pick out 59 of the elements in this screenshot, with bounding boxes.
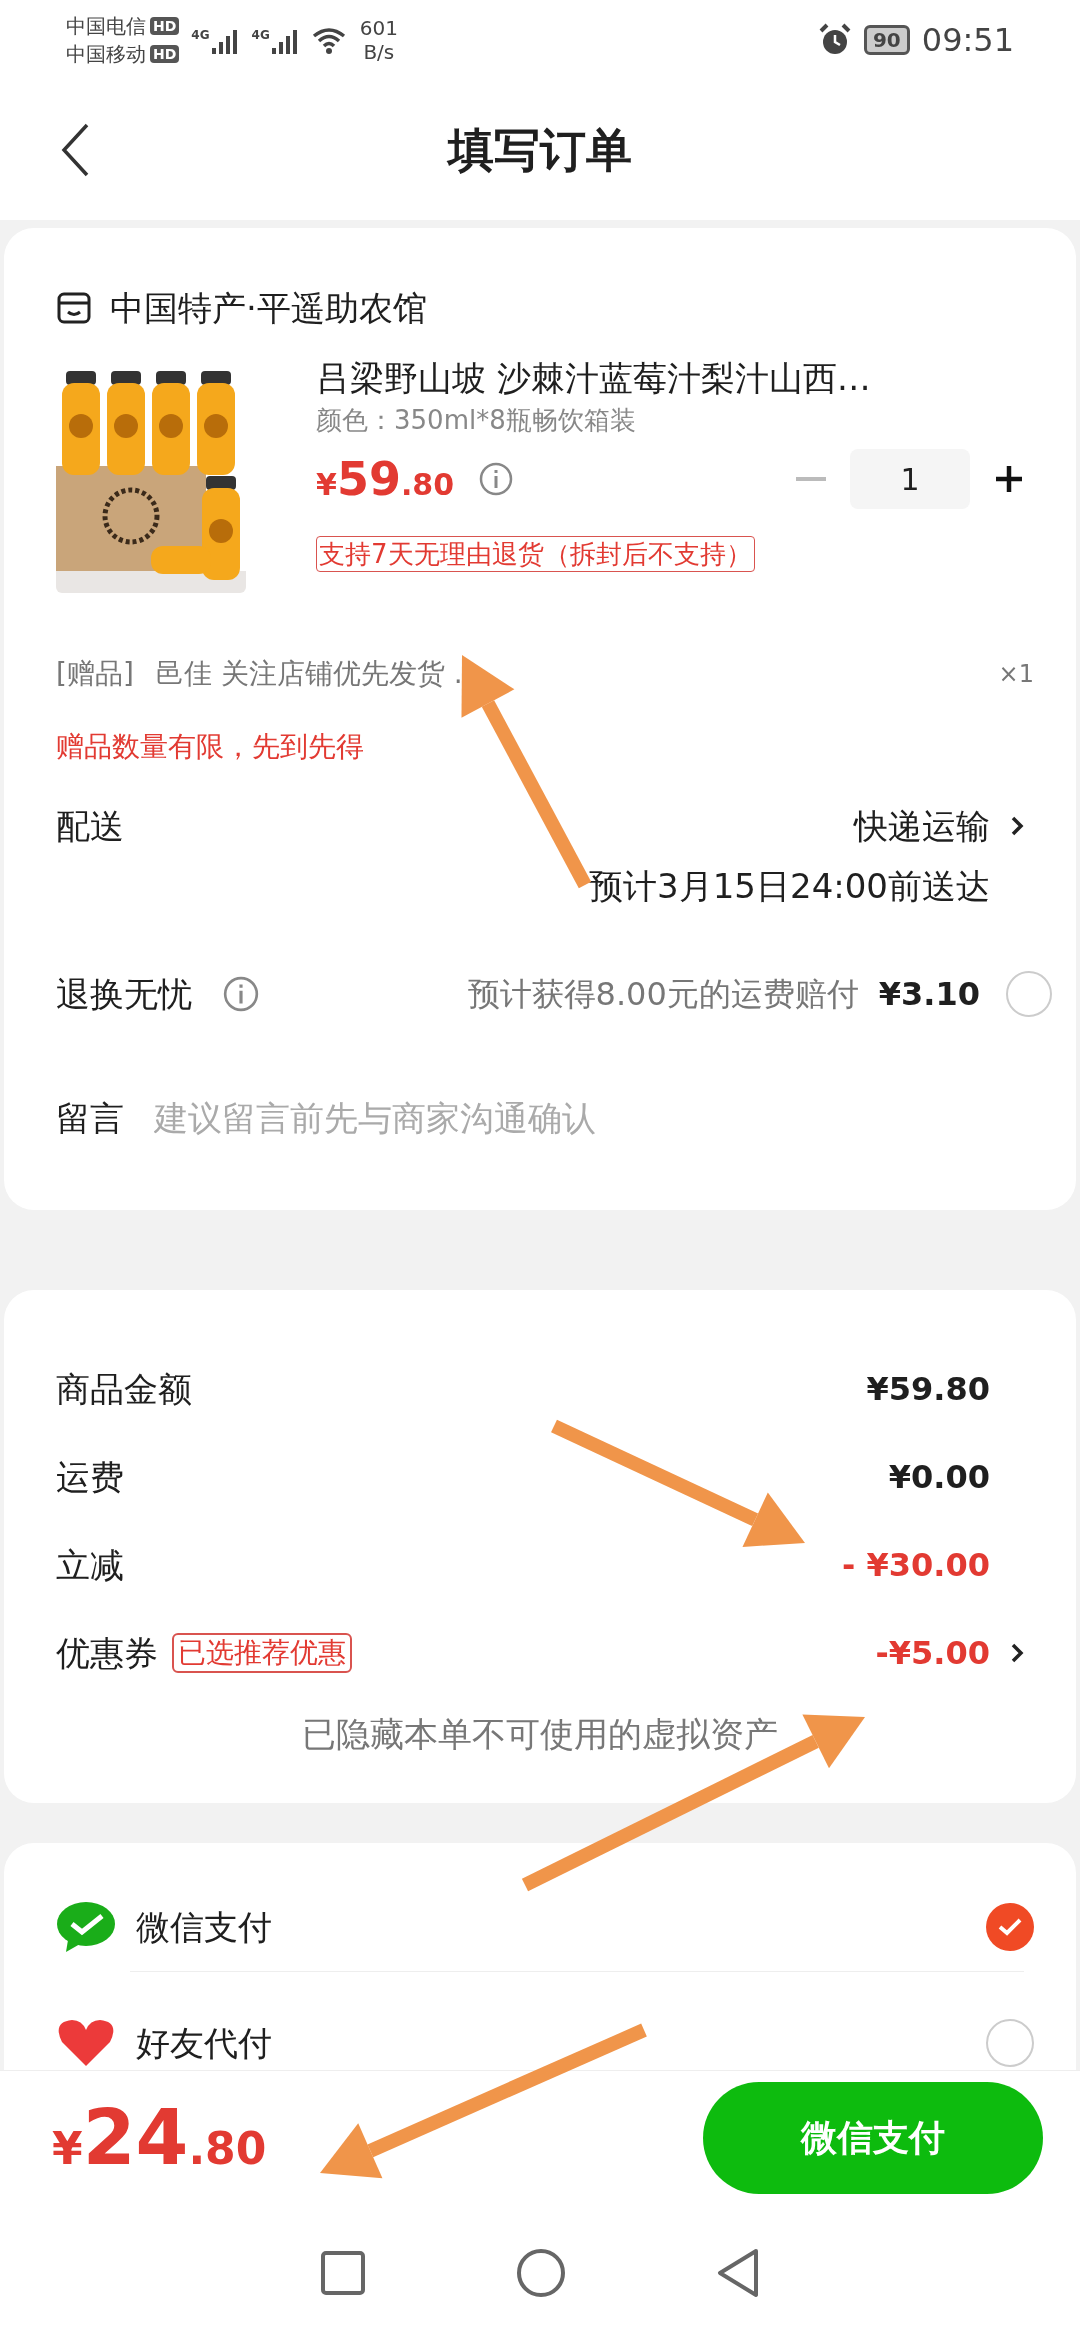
return-policy-tag: 支持7天无理由退货（拆封后不支持）	[316, 536, 755, 572]
insurance-checkbox[interactable]	[1006, 971, 1052, 1017]
carrier-name: 中国电信	[66, 14, 146, 38]
payment-radio[interactable]	[986, 2019, 1034, 2067]
payment-method-name: 好友代付	[136, 2021, 272, 2065]
price: ¥59.80	[316, 450, 455, 508]
network-speed: 601	[359, 16, 398, 40]
gift-tag: [赠品]	[56, 653, 134, 695]
insurance-price: ¥3.10	[878, 974, 980, 1015]
summary-label: 优惠券	[56, 1631, 158, 1675]
shop-icon	[56, 290, 92, 326]
gift-notice: 赠品数量有限，先到先得	[56, 729, 364, 765]
delivery-eta: 预计3月15日24:00前送达	[589, 865, 990, 905]
summary-value: ¥59.80	[866, 1369, 990, 1410]
network-type: 4G	[251, 27, 270, 44]
gift-name: 邑佳 关注店铺优先发货 .	[155, 656, 463, 692]
hd-badge: HD	[150, 17, 180, 35]
price: ¥24.80	[52, 2092, 267, 2184]
payment-radio[interactable]	[986, 1903, 1034, 1951]
delivery-method[interactable]: 快递运输	[854, 800, 990, 852]
insurance-label: 退换无忧	[56, 972, 192, 1016]
summary-value[interactable]: -¥5.00	[875, 1629, 990, 1677]
summary-label: 商品金额	[56, 1367, 192, 1411]
home-icon[interactable]	[516, 2247, 566, 2298]
chevron-right-icon	[1010, 1642, 1024, 1664]
minus-icon[interactable]	[796, 476, 826, 482]
speed-unit: B/s	[363, 40, 395, 64]
message-label: 留言	[56, 1096, 124, 1140]
carrier-name: 中国移动	[66, 42, 146, 66]
hidden-assets-note: 已隐藏本单不可使用的虚拟资产	[302, 1712, 778, 1756]
coupon-tag: 已选推荐优惠	[172, 1633, 352, 1673]
back-icon[interactable]	[60, 122, 90, 178]
back-icon[interactable]	[716, 2247, 760, 2298]
summary-value: - ¥30.00	[842, 1545, 990, 1586]
info-icon[interactable]	[222, 975, 260, 1013]
plus-icon[interactable]	[994, 464, 1024, 494]
status-time: 09:51	[921, 20, 1014, 61]
shop-name: 中国特产·平遥助农馆	[110, 286, 427, 330]
delivery-label: 配送	[56, 804, 124, 848]
network-type: 4G	[191, 27, 210, 44]
chevron-right-icon	[1010, 815, 1024, 837]
summary-label: 立减	[56, 1543, 124, 1587]
quantity-field[interactable]: 1	[850, 449, 970, 509]
product-variant: 颜色：350ml*8瓶畅饮箱装	[316, 404, 637, 437]
summary-value: ¥0.00	[888, 1457, 990, 1498]
check-icon	[997, 1917, 1023, 1937]
insurance-text: 预计获得8.00元的运费赔付	[467, 974, 859, 1015]
hd-badge: HD	[150, 45, 180, 63]
chat-bubble-check-icon	[56, 1900, 116, 1954]
payment-method-name: 微信支付	[136, 1905, 272, 1949]
summary-label: 运费	[56, 1455, 124, 1499]
gift-count: ×1	[998, 659, 1034, 690]
product-title: 吕梁野山坡 沙棘汁蓝莓汁梨汁山西…	[316, 357, 872, 400]
wifi-icon	[311, 26, 346, 54]
recent-apps-icon[interactable]	[320, 2249, 366, 2296]
battery-indicator: 90	[863, 25, 910, 55]
info-icon[interactable]	[478, 461, 515, 497]
page-title: 填写订单	[448, 121, 632, 179]
alarm-icon	[817, 23, 852, 57]
